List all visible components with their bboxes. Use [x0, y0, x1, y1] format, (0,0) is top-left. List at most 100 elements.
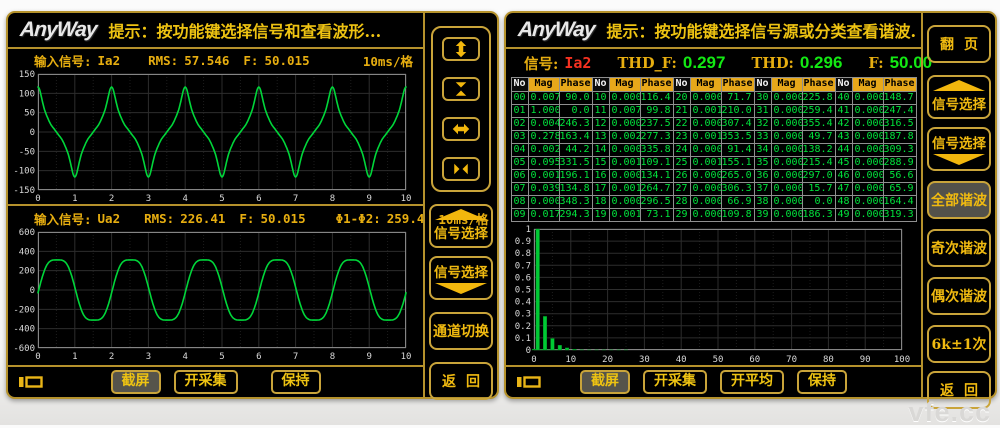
harmonic-spectrum-chart: 10.90.80.70.60.50.40.30.20.1001020304050…	[508, 224, 912, 364]
harmonic-header-mag: Mag	[691, 78, 721, 91]
wave2-freq-value: 50.015	[260, 211, 305, 226]
waveform-zoom-button-group	[431, 26, 491, 192]
harmonic-header-phase: Phase	[803, 78, 835, 91]
start-acquire-button[interactable]: 开采集	[174, 370, 238, 394]
wave2-rms-label: RMS:	[144, 211, 174, 226]
svg-text:10: 10	[401, 352, 412, 361]
harmonic-phase-cell: 307.4	[722, 118, 754, 130]
harmonic-no-cell: 39	[755, 209, 771, 221]
harmonic-instrument-panel: AnyWay 提示：按功能键选择信号源或分类查看谐波... 信号: Ia2 TH…	[504, 11, 997, 399]
compress-vertical-button[interactable]	[442, 77, 480, 101]
hold-button[interactable]: 保持	[797, 370, 847, 394]
svg-text:8: 8	[330, 352, 335, 361]
harmonic-phase-cell: 148.7	[884, 92, 916, 104]
signal-select-up-button[interactable]: 信号选择	[429, 204, 493, 248]
harmonic-no-cell: 19	[593, 209, 609, 221]
harmonic-phase-cell: 109.1	[641, 157, 673, 169]
harmonic-no-cell: 14	[593, 144, 609, 156]
svg-text:10: 10	[565, 355, 576, 364]
six-k-plus-minus-one-button[interactable]: 6k±1次	[927, 325, 991, 363]
harmonic-mag-cell: 0.039	[529, 183, 559, 195]
svg-text:-150: -150	[13, 186, 35, 196]
harmonic-phase-cell: 306.3	[722, 183, 754, 195]
harmonic-no-cell: 02	[512, 118, 528, 130]
back-label-right-char: 回	[466, 371, 480, 391]
harmonic-header-mag: Mag	[529, 78, 559, 91]
harmonic-phase-cell: 49.7	[803, 131, 835, 143]
page-turn-right-char: 页	[964, 34, 978, 54]
harmonic-header-no: No	[593, 78, 609, 91]
svg-text:4: 4	[182, 194, 187, 203]
svg-text:5: 5	[219, 352, 224, 361]
harmonic-no-cell: 40	[836, 92, 852, 104]
harmonic-mag-cell: 0.000	[772, 144, 802, 156]
svg-text:3: 3	[146, 194, 151, 203]
harmonic-phase-cell: 163.4	[560, 131, 592, 143]
even-harmonics-button[interactable]: 偶次谐波	[927, 277, 991, 315]
harmonic-phase-cell: 134.1	[641, 170, 673, 182]
start-acquire-button[interactable]: 开采集	[643, 370, 707, 394]
harmonic-no-cell: 10	[593, 92, 609, 104]
harmonic-no-cell: 04	[512, 144, 528, 156]
svg-text:0.7: 0.7	[515, 261, 531, 271]
harmonic-signal-line: 信号: Ia2 THD_F: 0.297 THD: 0.296 F: 50.00	[506, 49, 921, 75]
svg-text:0.2: 0.2	[515, 322, 531, 332]
left-side-button-column: 信号选择 信号选择 通道切换 返 回	[423, 13, 497, 397]
odd-harmonics-button[interactable]: 奇次谐波	[927, 229, 991, 267]
expand-horizontal-button[interactable]	[442, 117, 480, 141]
watermark: vfe.cc	[908, 397, 991, 428]
signal-select-down-button[interactable]: 信号选择	[429, 256, 493, 300]
harmonic-no-cell: 05	[512, 157, 528, 169]
svg-text:100: 100	[894, 355, 910, 364]
signal-select-down-label: 信号选择	[932, 132, 986, 152]
screenshot-button[interactable]: 截屏	[580, 370, 630, 394]
compress-horizontal-button[interactable]	[442, 157, 480, 181]
expand-vertical-button[interactable]	[442, 37, 480, 61]
wave1-rms-value: 57.546	[184, 53, 229, 68]
wave2-rms-value: 226.41	[180, 211, 225, 226]
svg-text:9: 9	[366, 194, 371, 203]
harmonic-no-cell: 36	[755, 170, 771, 182]
harmonic-mag-cell: 0.000	[772, 170, 802, 182]
wave2-phase-label: Φ1-Φ2:	[336, 211, 381, 226]
channel-switch-button[interactable]: 通道切换	[429, 312, 493, 350]
thdf-label: THD_F:	[617, 55, 676, 72]
harmonic-mag-cell: 0.000	[772, 196, 802, 208]
wave2-info-line: 输入信号: Ua2 RMS: 226.41 F: 50.015 Φ1-Φ2: 2…	[8, 207, 423, 227]
harmonic-phase-cell: 134.8	[560, 183, 592, 195]
svg-text:10: 10	[401, 194, 412, 203]
harmonic-phase-cell: 335.8	[641, 144, 673, 156]
page-turn-button[interactable]: 翻 页	[927, 25, 991, 63]
screenshot-button[interactable]: 截屏	[111, 370, 161, 394]
harmonic-mag-cell: 0.000	[691, 118, 721, 130]
right-side-button-column: 翻 页 信号选择 信号选择 全部谐波 奇次谐波 偶次谐波 6k±1次 返 回	[921, 13, 995, 397]
harmonic-header-mag: Mag	[772, 78, 802, 91]
thd-value: 0.296	[800, 53, 843, 73]
harmonic-no-cell: 41	[836, 105, 852, 117]
start-average-button[interactable]: 开平均	[720, 370, 784, 394]
hold-button[interactable]: 保持	[271, 370, 321, 394]
harmonic-phase-cell: 73.1	[641, 209, 673, 221]
harmonic-mag-cell: 0.007	[529, 92, 559, 104]
harmonic-mag-cell: 0.002	[610, 131, 640, 143]
all-harmonics-button[interactable]: 全部谐波	[927, 181, 991, 219]
signal-select-up-label: 信号选择	[932, 93, 986, 113]
harmonic-no-cell: 27	[674, 183, 690, 195]
svg-text:150: 150	[19, 70, 35, 80]
wave2-input-label: 输入信号:	[34, 209, 92, 228]
harmonic-phase-cell: 66.9	[722, 196, 754, 208]
signal-select-down-button[interactable]: 信号选择	[927, 127, 991, 171]
ua2-waveform-plot: 6004002000-200-400-600012345678910	[12, 227, 416, 361]
signal-select-up-button[interactable]: 信号选择	[927, 75, 991, 119]
left-back-button[interactable]: 返 回	[429, 362, 493, 400]
harmonic-mag-cell: 0.000	[853, 196, 883, 208]
right-prompt-text: 提示：按功能键选择信号源或分类查看谐波...	[606, 18, 915, 42]
harmonic-phase-cell: 355.4	[803, 118, 835, 130]
harmonic-no-cell: 47	[836, 183, 852, 195]
svg-text:2: 2	[109, 352, 114, 361]
harmonic-header-no: No	[755, 78, 771, 91]
harmonic-header-phase: Phase	[884, 78, 916, 91]
compress-horizontal-icon	[452, 160, 470, 178]
left-header: AnyWay 提示：按功能键选择信号和查看波形...	[8, 13, 423, 49]
harmonic-no-cell: 12	[593, 118, 609, 130]
